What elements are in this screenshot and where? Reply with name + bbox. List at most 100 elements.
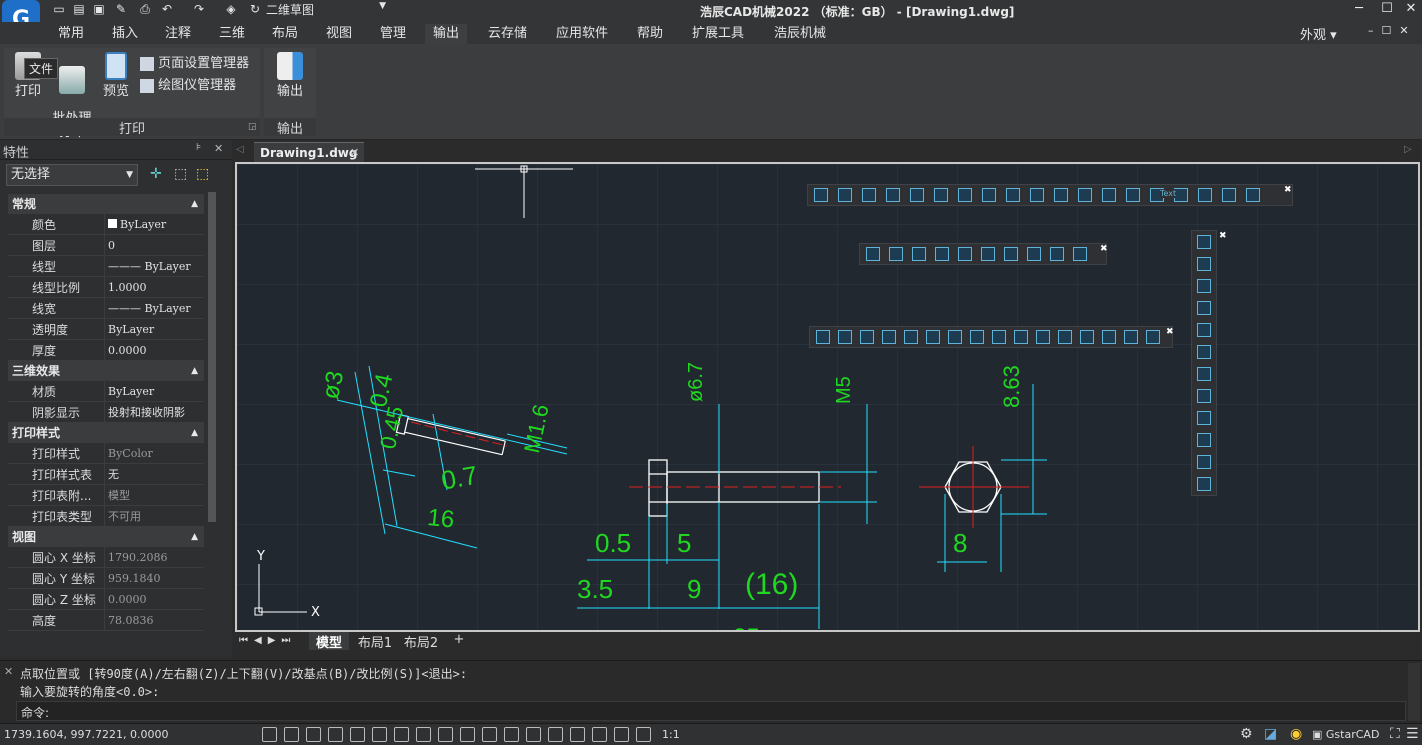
toolbar-tool-icon[interactable]: [1197, 257, 1211, 271]
toolbar-tool-icon[interactable]: [992, 330, 1006, 344]
toolbar-tool-icon[interactable]: [1146, 330, 1160, 344]
status-toggle-icon[interactable]: [306, 727, 321, 742]
property-value[interactable]: 1.0000: [104, 277, 204, 298]
workspace-icon[interactable]: ↻: [248, 2, 262, 16]
tab-view[interactable]: 视图: [318, 24, 360, 44]
save-as-icon[interactable]: ✎: [114, 2, 128, 16]
toolbar-tool-icon[interactable]: [1054, 188, 1068, 202]
tab-extensions[interactable]: 扩展工具: [684, 24, 752, 44]
toolbar-tool-icon[interactable]: [816, 330, 830, 344]
close-command-icon[interactable]: ✕: [4, 665, 13, 678]
property-row[interactable]: 高度 78.0836: [8, 610, 204, 631]
toolbar-tool-icon[interactable]: [1080, 330, 1094, 344]
toolbar-tool-icon[interactable]: [1050, 247, 1064, 261]
command-scrollbar[interactable]: [1408, 663, 1420, 721]
toolbar-tool-icon[interactable]: [981, 247, 995, 261]
tab-common[interactable]: 常用: [50, 24, 92, 44]
toolbar-tool-icon[interactable]: [948, 330, 962, 344]
status-toggle-icon[interactable]: [614, 727, 629, 742]
property-value[interactable]: 78.0836: [104, 610, 204, 631]
toolbar-tool-icon[interactable]: [1102, 188, 1116, 202]
close-button[interactable]: ✕: [1400, 0, 1422, 18]
tab-model[interactable]: 模型: [309, 632, 349, 651]
property-row[interactable]: 线型比例 1.0000: [8, 277, 204, 298]
tab-scroll-right-icon[interactable]: ▷: [1404, 144, 1412, 155]
preview-button[interactable]: 预览: [100, 52, 132, 99]
status-toggle-icon[interactable]: [328, 727, 343, 742]
status-toggle-icon[interactable]: [504, 727, 519, 742]
toolbar-tool-icon[interactable]: [1197, 389, 1211, 403]
drawing-canvas[interactable]: Y X ø3 0.4 0.45 0.7 M1.6 16 ø6.7 M5 8.63 0.5 5 3.5 9…: [235, 162, 1420, 632]
status-toggle-icon[interactable]: [592, 727, 607, 742]
property-row[interactable]: 打印表附... 模型: [8, 485, 204, 506]
tab-layout2[interactable]: 布局2: [399, 632, 443, 651]
toolbar-tool-icon[interactable]: [935, 247, 949, 261]
tab-output[interactable]: 输出: [425, 24, 468, 44]
toggle-pickadd-icon[interactable]: ⬚: [196, 166, 209, 182]
property-row[interactable]: 圆心 Y 坐标 959.1840: [8, 568, 204, 589]
toolbar-tool-icon[interactable]: [1014, 330, 1028, 344]
property-row[interactable]: 厚度 0.0000: [8, 340, 204, 361]
collapse-icon[interactable]: ▲: [191, 361, 198, 381]
toolbar-tool-icon[interactable]: [838, 188, 852, 202]
property-value[interactable]: 模型: [104, 485, 204, 506]
property-value[interactable]: 0: [104, 235, 204, 256]
toolbar-tool-icon[interactable]: [1197, 411, 1211, 425]
status-toggle-icon[interactable]: [460, 727, 475, 742]
workspace-select[interactable]: 二维草图 ▼: [266, 1, 388, 17]
close-tab-icon[interactable]: ✕: [350, 146, 359, 159]
property-value[interactable]: ByColor: [104, 443, 204, 464]
property-value[interactable]: ——— ByLayer: [104, 298, 204, 319]
toolbar-tool-icon[interactable]: [1197, 477, 1211, 491]
add-layout-button[interactable]: +: [449, 632, 469, 650]
status-toggle-icon[interactable]: [372, 727, 387, 742]
toolbar-tool-icon[interactable]: [934, 188, 948, 202]
doc-window-controls[interactable]: –☐✕: [1368, 24, 1417, 37]
fullscreen-icon[interactable]: ⛶: [1390, 726, 1400, 742]
toolbar-tool-icon[interactable]: [1102, 330, 1116, 344]
section-header[interactable]: 打印样式 ▲: [8, 423, 204, 443]
undo-icon[interactable]: ↶: [160, 2, 174, 16]
toolbar-tool-icon[interactable]: [904, 330, 918, 344]
property-value[interactable]: 0.0000: [104, 589, 204, 610]
workspace-switch-icon[interactable]: ◪: [1264, 726, 1277, 742]
property-row[interactable]: 打印样式表 无: [8, 464, 204, 485]
toolbar-tool-icon[interactable]: [862, 188, 876, 202]
toolbar-tool-icon[interactable]: [1197, 279, 1211, 293]
property-value[interactable]: ByLayer: [104, 319, 204, 340]
property-row[interactable]: 圆心 Z 坐标 0.0000: [8, 589, 204, 610]
selection-dropdown[interactable]: 无选择 ▼: [6, 164, 138, 186]
toolbar-tool-icon[interactable]: [1073, 247, 1087, 261]
toolbar-tool-icon[interactable]: [1036, 330, 1050, 344]
property-value[interactable]: ByLayer: [104, 214, 204, 235]
layers-icon[interactable]: ◈: [224, 2, 238, 16]
page-setup-button[interactable]: 页面设置管理器: [140, 52, 249, 71]
status-toggle-icon[interactable]: [570, 727, 585, 742]
toolbar-tool-icon[interactable]: [1197, 345, 1211, 359]
section-header[interactable]: 常规 ▲: [8, 194, 204, 214]
tab-layout[interactable]: 布局: [264, 24, 306, 44]
property-value[interactable]: ——— ByLayer: [104, 256, 204, 277]
redo-icon[interactable]: ↷: [192, 2, 206, 16]
properties-scrollbar[interactable]: [208, 192, 216, 522]
collapse-icon[interactable]: ▲: [191, 527, 198, 547]
toolbar-tool-icon[interactable]: [1197, 367, 1211, 381]
toolbar-tool-icon[interactable]: [1197, 301, 1211, 315]
toolbar-tool-icon[interactable]: [866, 247, 880, 261]
toolbar-tool-icon[interactable]: [958, 247, 972, 261]
property-row[interactable]: 颜色 ByLayer: [8, 214, 204, 235]
toolbar-tool-icon[interactable]: [926, 330, 940, 344]
tab-insert[interactable]: 插入: [104, 24, 146, 44]
section-header[interactable]: 三维效果 ▲: [8, 361, 204, 381]
status-toggle-icon[interactable]: [636, 727, 651, 742]
toolbar-tool-icon[interactable]: [886, 188, 900, 202]
toolbar-tool-icon[interactable]: [882, 330, 896, 344]
toolbar-tool-icon[interactable]: [838, 330, 852, 344]
appearance-menu[interactable]: 外观 ▾: [1300, 24, 1337, 43]
status-toggle-icon[interactable]: [416, 727, 431, 742]
close-toolbar-4-icon[interactable]: ✖: [1219, 231, 1227, 241]
status-toggle-icon[interactable]: [262, 727, 277, 742]
toolbar-tool-icon[interactable]: [1004, 247, 1018, 261]
toolbar-tool-icon[interactable]: [1197, 323, 1211, 337]
annotation-scale[interactable]: 1:1: [662, 728, 680, 741]
